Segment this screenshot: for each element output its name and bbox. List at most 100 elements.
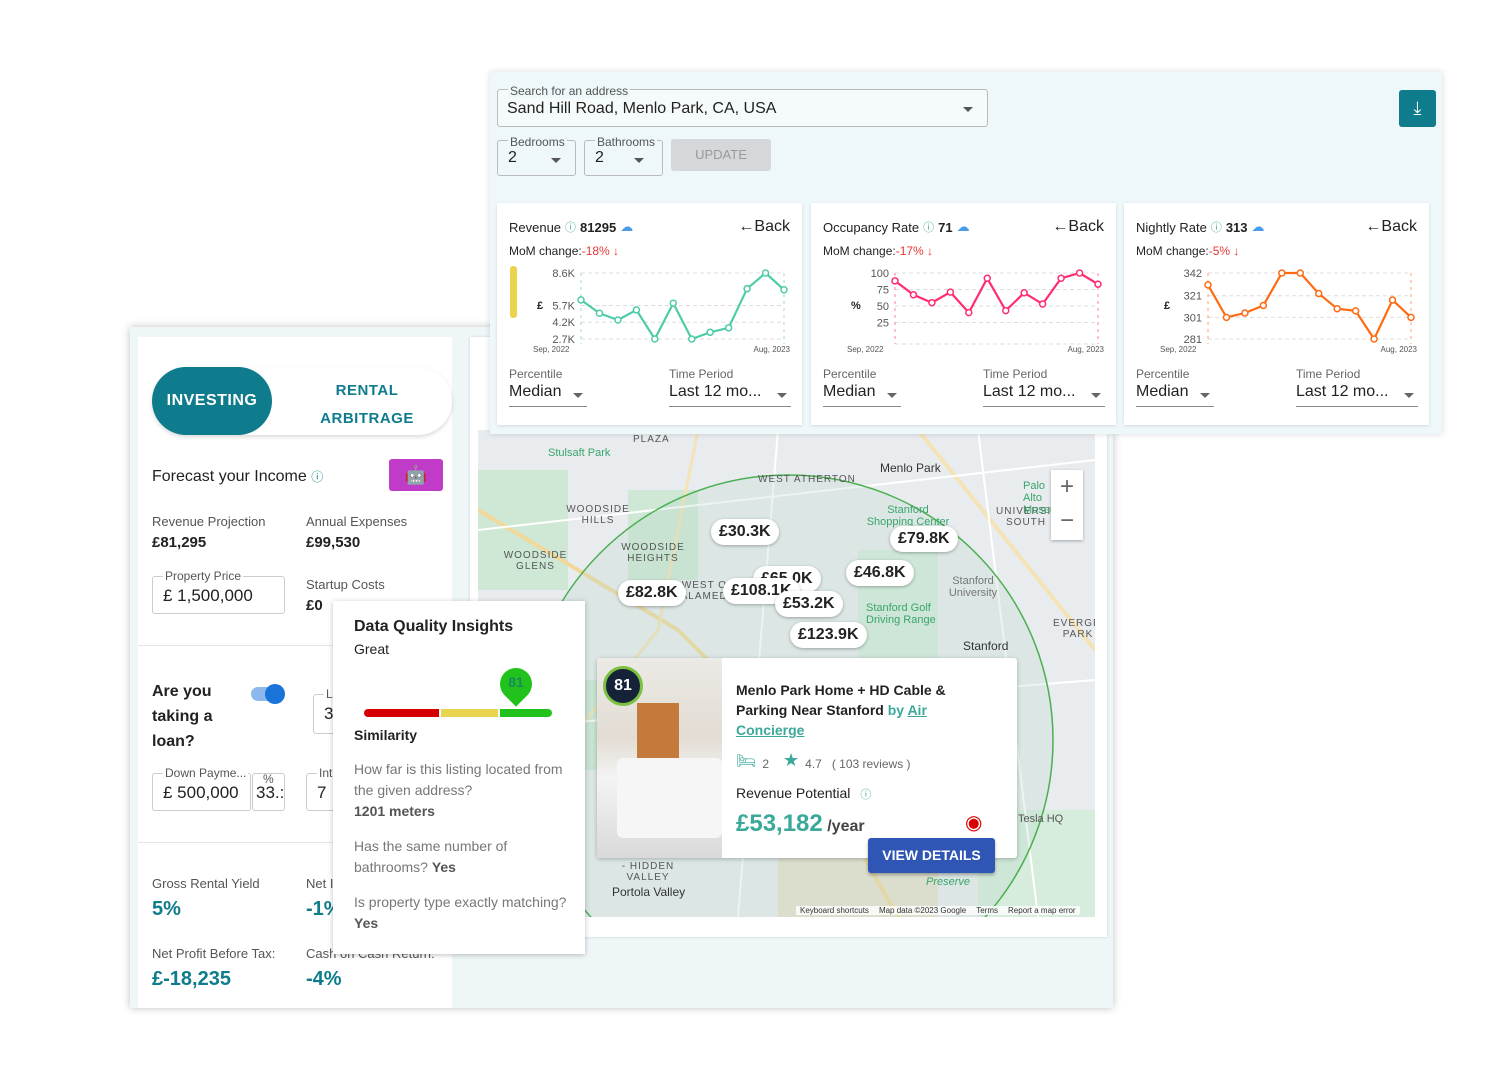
back-button[interactable]: ←Back bbox=[1365, 218, 1417, 236]
y-axis-label: % bbox=[851, 300, 861, 312]
interest-field[interactable]: Int 7 bbox=[306, 766, 336, 811]
by-text: by bbox=[887, 702, 905, 718]
y-tick-label: 8.6K bbox=[552, 268, 575, 280]
bathrooms-select[interactable]: Bathrooms 2 bbox=[584, 135, 663, 176]
star-icon: ★ bbox=[783, 750, 800, 770]
map-label: WOODSIDE HILLS bbox=[566, 504, 630, 526]
price-marker[interactable]: £79.8K bbox=[890, 526, 958, 552]
info-icon[interactable]: ⓘ bbox=[1211, 219, 1222, 235]
percentile-select[interactable]: Percentile Median bbox=[1136, 367, 1214, 407]
time-period-select[interactable]: Time Period Last 12 mo... bbox=[983, 367, 1105, 407]
cloud-download-icon[interactable]: ☁ bbox=[620, 219, 633, 235]
metric-title: Revenue bbox=[509, 219, 562, 235]
mom-change: MoM change:-18% ↓ bbox=[509, 244, 619, 258]
map-label: WOODSIDE GLENS bbox=[503, 550, 568, 572]
bathrooms-value: 2 bbox=[595, 149, 604, 166]
dq-question-type: Is property type exactly matching? Yes bbox=[354, 892, 574, 934]
time-period-select[interactable]: Time Period Last 12 mo... bbox=[669, 367, 791, 407]
score-pin-value: 81 bbox=[508, 674, 524, 690]
price-marker[interactable]: £30.3K bbox=[711, 519, 779, 545]
data-point bbox=[965, 308, 973, 317]
property-price-value: £ 1,500,000 bbox=[163, 586, 253, 605]
percentile-value: Median bbox=[1136, 383, 1189, 400]
map-place: Menlo Park bbox=[880, 461, 941, 475]
y-tick-label: 50 bbox=[877, 301, 889, 313]
mom-value: -18% ↓ bbox=[581, 244, 620, 258]
info-icon[interactable]: ⓘ bbox=[923, 219, 934, 235]
cloud-download-icon[interactable]: ☁ bbox=[957, 219, 970, 235]
y-tick-label: 5.7K bbox=[552, 300, 575, 312]
map-place: Stanford University bbox=[948, 575, 998, 599]
data-point bbox=[632, 306, 641, 314]
bedrooms-label: Bedrooms bbox=[508, 135, 567, 149]
back-button[interactable]: ←Back bbox=[738, 218, 790, 236]
update-button[interactable]: UPDATE bbox=[671, 139, 771, 171]
percentile-select[interactable]: Percentile Median bbox=[509, 367, 587, 407]
eye-icon[interactable]: ◉ bbox=[965, 813, 982, 833]
data-point bbox=[651, 335, 659, 343]
cloud-download-icon[interactable]: ☁ bbox=[1252, 219, 1265, 235]
period-label: Time Period bbox=[669, 367, 734, 381]
percentile-label: Percentile bbox=[509, 367, 563, 381]
address-search[interactable]: Search for an address Sand Hill Road, Me… bbox=[497, 84, 988, 127]
view-details-button[interactable]: VIEW DETAILS bbox=[868, 838, 995, 873]
time-period-select[interactable]: Time Period Last 12 mo... bbox=[1296, 367, 1418, 407]
data-point bbox=[1204, 281, 1212, 289]
percentile-value: Median bbox=[823, 383, 876, 400]
price-marker[interactable]: £82.8K bbox=[618, 580, 686, 606]
zoom-in-icon[interactable]: + bbox=[1051, 470, 1083, 504]
percentile-select[interactable]: Percentile Median bbox=[823, 367, 901, 407]
chevron-down-icon bbox=[887, 393, 897, 398]
bedrooms-select[interactable]: Bedrooms 2 bbox=[497, 135, 576, 176]
data-point bbox=[1333, 304, 1341, 313]
down-payment-pct-field[interactable]: % 33.: bbox=[252, 773, 285, 811]
terms-link[interactable]: Terms bbox=[976, 906, 998, 915]
data-point bbox=[1407, 313, 1415, 322]
tab-investing[interactable]: INVESTING bbox=[152, 367, 272, 435]
info-icon[interactable]: ⓘ bbox=[860, 789, 871, 801]
down-payment-field[interactable]: Down Payme... £ 500,000 bbox=[152, 766, 251, 811]
search-value: Sand Hill Road, Menlo Park, CA, USA bbox=[507, 100, 777, 117]
y-tick-label: 301 bbox=[1184, 312, 1202, 324]
series-line bbox=[1207, 271, 1412, 341]
map-place: Tesla HQ bbox=[1018, 813, 1064, 825]
forecast-title: Forecast your Income ⓘ bbox=[152, 468, 323, 486]
data-point bbox=[928, 298, 936, 307]
keyboard-shortcuts-link[interactable]: Keyboard shortcuts bbox=[800, 906, 869, 915]
tab-rental-arbitrage[interactable]: RENTAL ARBITRAGE bbox=[292, 377, 442, 433]
info-icon[interactable]: ⓘ bbox=[311, 470, 323, 484]
listing-title: Menlo Park Home + HD Cable & Parking Nea… bbox=[736, 680, 976, 740]
chevron-down-icon bbox=[1091, 393, 1101, 398]
revenue-projection-label: Revenue Projection bbox=[152, 514, 266, 529]
price-marker[interactable]: £46.8K bbox=[846, 560, 914, 586]
period-value: Last 12 mo... bbox=[1296, 383, 1389, 400]
chevron-down-icon bbox=[1404, 393, 1414, 398]
quality-score-badge[interactable]: 81 bbox=[603, 666, 643, 706]
data-point bbox=[1259, 301, 1268, 310]
zoom-out-icon[interactable]: − bbox=[1051, 504, 1083, 538]
chevron-down-icon[interactable] bbox=[963, 107, 973, 112]
listing-card[interactable]: 81 Menlo Park Home + HD Cable & Parking … bbox=[597, 658, 1017, 858]
startup-costs-label: Startup Costs bbox=[306, 577, 385, 592]
map-label: EVERGREEN PARK bbox=[1053, 618, 1095, 640]
report-error-link[interactable]: Report a map error bbox=[1008, 906, 1076, 915]
price-marker[interactable]: £53.2K bbox=[775, 591, 843, 617]
map-park: Palo Alto Museum bbox=[1023, 480, 1053, 516]
beds-count: 2 bbox=[762, 757, 769, 771]
x-start-label: Sep, 2022 bbox=[847, 345, 884, 354]
revenue-potential-label: Revenue Potential ⓘ bbox=[736, 785, 871, 802]
property-price-field[interactable]: Property Price £ 1,500,000 bbox=[152, 569, 285, 614]
robot-icon[interactable]: 🤖 bbox=[389, 459, 443, 491]
download-icon[interactable]: ⤓ bbox=[1399, 90, 1436, 127]
data-point bbox=[1057, 274, 1065, 283]
info-icon[interactable]: ⓘ bbox=[565, 219, 576, 235]
loan-toggle[interactable] bbox=[251, 684, 285, 704]
net-yield-label: Net I bbox=[306, 876, 334, 891]
y-axis-label: £ bbox=[537, 300, 543, 312]
back-button[interactable]: ←Back bbox=[1052, 218, 1104, 236]
chevron-down-icon bbox=[551, 158, 561, 163]
price-marker[interactable]: £123.9K bbox=[790, 622, 867, 648]
x-start-label: Sep, 2022 bbox=[1160, 345, 1197, 354]
map-place: Portola Valley bbox=[612, 885, 686, 899]
period-value: Last 12 mo... bbox=[983, 383, 1076, 400]
